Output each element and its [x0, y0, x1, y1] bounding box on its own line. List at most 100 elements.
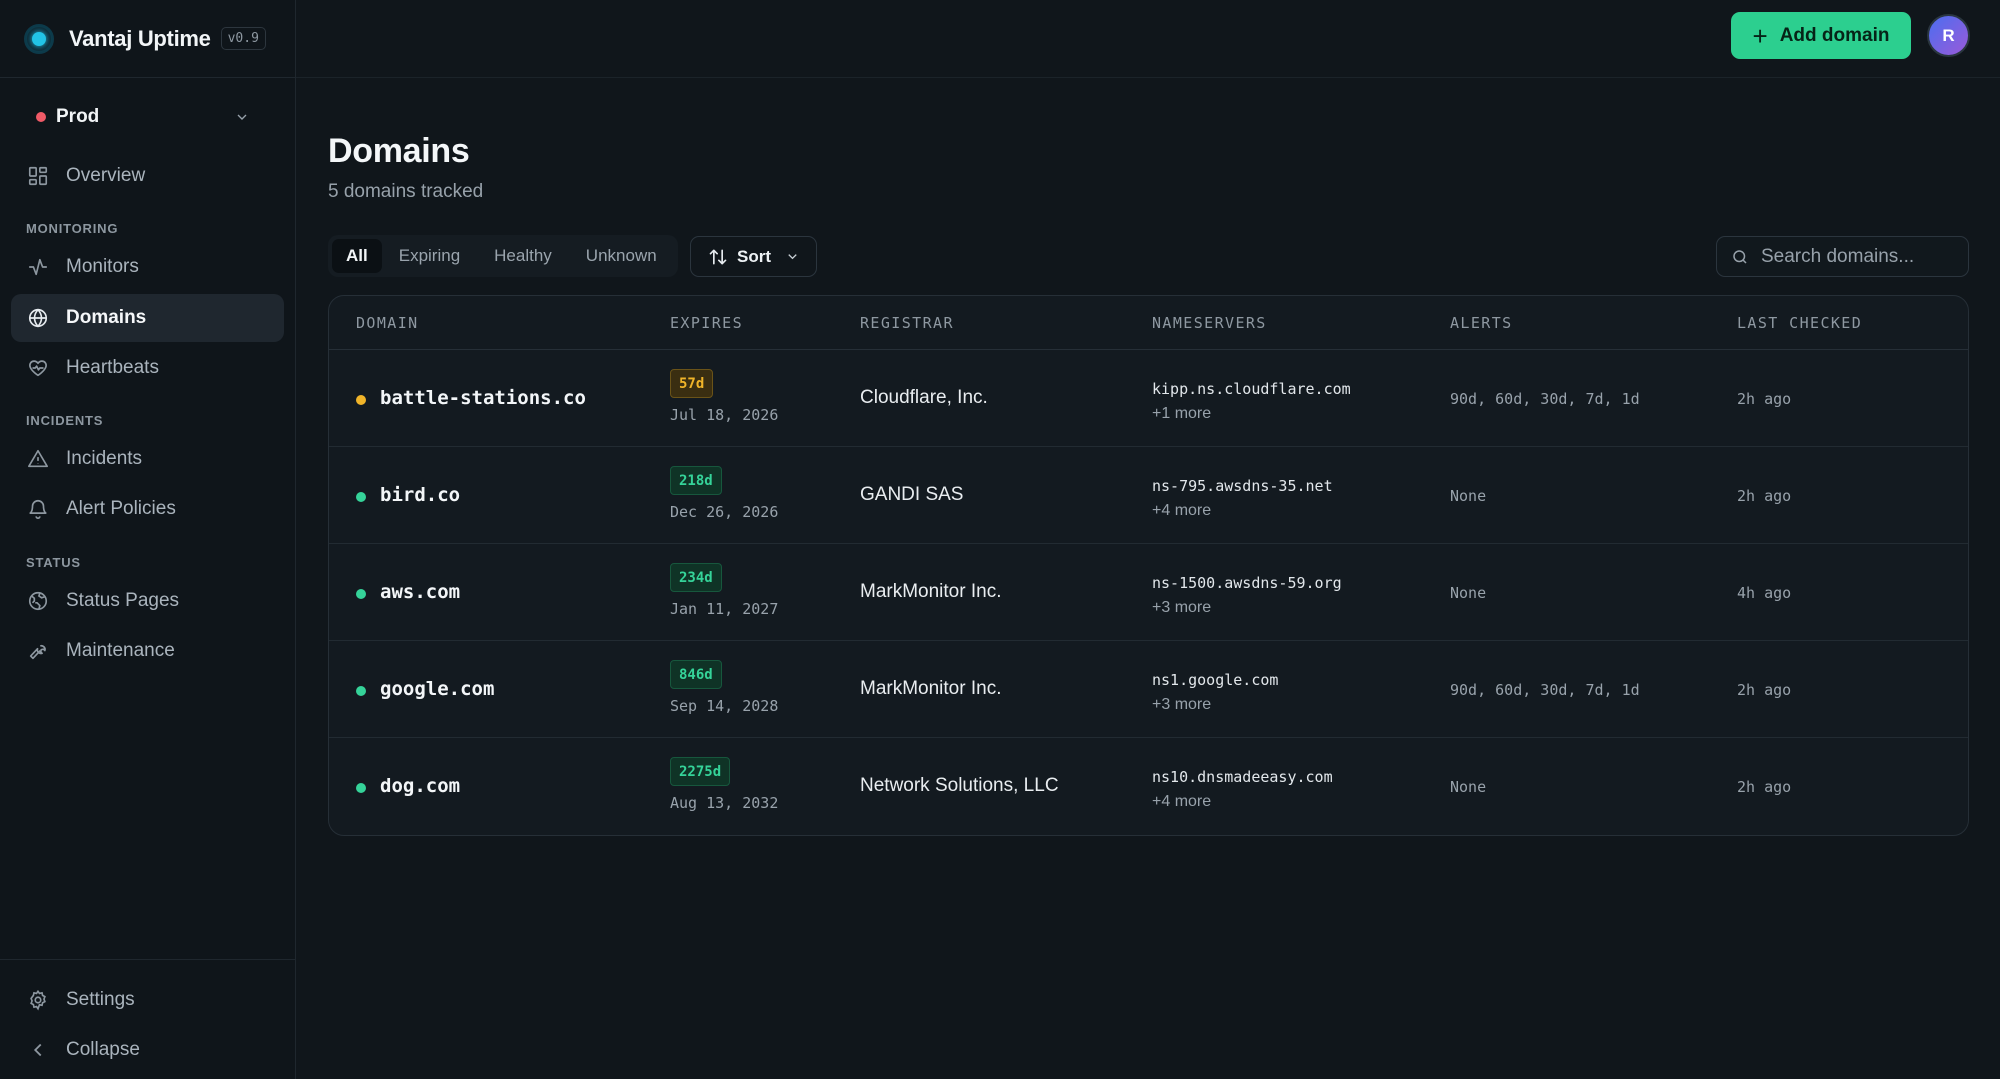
expiry-date: Aug 13, 2032 — [670, 794, 779, 812]
nameserver: ns-1500.awsdns-59.org — [1152, 574, 1342, 592]
column-header-registrar[interactable]: REGISTRAR — [860, 314, 954, 332]
column-header-nameservers[interactable]: NAMESERVERS — [1152, 314, 1267, 332]
column-header-alerts[interactable]: ALERTS — [1450, 314, 1513, 332]
sidebar-item-overview[interactable]: Overview — [11, 152, 284, 200]
sidebar-item-label: Domains — [66, 307, 147, 328]
table-row[interactable]: aws.com 234d Jan 11, 2027 MarkMonitor In… — [329, 544, 1968, 641]
sidebar-item-heartbeats[interactable]: Heartbeats — [11, 344, 284, 392]
status-dot-healthy — [356, 686, 366, 696]
expiry-date: Sep 14, 2028 — [670, 697, 779, 715]
nameservers-more[interactable]: +3 more — [1152, 599, 1211, 617]
environment-selector[interactable]: Prod — [20, 98, 266, 136]
sidebar-collapse-button[interactable]: Collapse — [11, 1026, 284, 1074]
alerts: None — [1450, 487, 1487, 505]
app-name: Vantaj Uptime — [69, 25, 211, 51]
sort-arrows-icon — [709, 249, 727, 264]
status-dot-healthy — [356, 492, 366, 502]
plus-icon: + — [1752, 20, 1768, 51]
expiry-date: Dec 26, 2026 — [670, 503, 779, 521]
section-label-incidents: INCIDENTS — [26, 413, 104, 428]
add-domain-label: Add domain — [1779, 24, 1890, 46]
registrar: Network Solutions, LLC — [860, 775, 1059, 796]
filter-tab-unknown[interactable]: Unknown — [569, 239, 674, 273]
table-row[interactable]: dog.com 2275d Aug 13, 2032 Network Solut… — [329, 738, 1968, 835]
domain-name[interactable]: battle-stations.co — [380, 387, 586, 409]
add-domain-button[interactable]: + Add domain — [1731, 12, 1911, 59]
sort-button[interactable]: Sort — [690, 236, 817, 277]
alerts: 90d, 60d, 30d, 7d, 1d — [1450, 390, 1640, 408]
sidebar-item-status-pages[interactable]: Status Pages — [11, 577, 284, 625]
nameservers-more[interactable]: +4 more — [1152, 502, 1211, 520]
activity-icon — [28, 258, 48, 276]
environment-name: Prod — [56, 106, 100, 127]
search-box — [1716, 236, 1969, 277]
sidebar-item-incidents[interactable]: Incidents — [11, 435, 284, 483]
gear-icon — [30, 989, 46, 1011]
nameserver: ns10.dnsmadeeasy.com — [1152, 768, 1333, 786]
table-row[interactable]: google.com 846d Sep 14, 2028 MarkMonitor… — [329, 641, 1968, 738]
nameservers-more[interactable]: +3 more — [1152, 696, 1211, 714]
last-checked: 2h ago — [1737, 681, 1792, 699]
days-left-badge: 2275d — [670, 757, 731, 786]
column-header-last-checked[interactable]: LAST CHECKED — [1737, 314, 1862, 332]
chevron-down-icon — [237, 114, 247, 120]
domain-name[interactable]: aws.com — [380, 581, 460, 603]
search-input[interactable] — [1761, 245, 1961, 268]
filter-tab-healthy[interactable]: Healthy — [477, 239, 569, 273]
page-subtitle: 5 domains tracked — [328, 181, 484, 202]
bell-icon — [29, 500, 47, 519]
registrar: MarkMonitor Inc. — [860, 678, 1002, 699]
alerts: 90d, 60d, 30d, 7d, 1d — [1450, 681, 1640, 699]
table-row[interactable]: battle-stations.co 57d Jul 18, 2026 Clou… — [329, 350, 1968, 447]
warning-triangle-icon — [28, 449, 48, 468]
sort-label: Sort — [737, 246, 771, 266]
sidebar-item-domains[interactable]: Domains — [11, 294, 284, 342]
domain-name[interactable]: dog.com — [380, 775, 460, 797]
status-globe-icon — [28, 591, 48, 611]
last-checked: 4h ago — [1737, 584, 1792, 602]
last-checked: 2h ago — [1737, 390, 1792, 408]
nameserver: kipp.ns.cloudflare.com — [1152, 380, 1351, 398]
column-header-expires[interactable]: EXPIRES — [670, 314, 743, 332]
chevron-left-icon — [33, 1043, 42, 1057]
page-title: Domains — [328, 132, 470, 170]
column-header-domain[interactable]: DOMAIN — [356, 314, 419, 332]
sidebar-item-label: Alert Policies — [66, 498, 176, 519]
sidebar-item-label: Overview — [66, 165, 146, 186]
last-checked: 2h ago — [1737, 487, 1792, 505]
chevron-down-icon — [788, 254, 797, 260]
sidebar-item-settings[interactable]: Settings — [11, 976, 284, 1024]
sidebar-item-label: Maintenance — [66, 640, 175, 661]
filter-tab-expiring[interactable]: Expiring — [382, 239, 477, 273]
table-header: DOMAIN EXPIRES REGISTRAR NAMESERVERS ALE… — [329, 296, 1968, 350]
nameserver: ns-795.awsdns-35.net — [1152, 477, 1333, 495]
registrar: GANDI SAS — [860, 484, 964, 505]
domain-name[interactable]: google.com — [380, 678, 494, 700]
grid-icon — [28, 166, 48, 186]
section-label-monitoring: MONITORING — [26, 221, 119, 236]
sidebar-item-maintenance[interactable]: Maintenance — [11, 627, 284, 675]
days-left-badge: 234d — [670, 563, 722, 592]
days-left-badge: 218d — [670, 466, 722, 495]
logo-icon — [24, 23, 54, 54]
heart-pulse-icon — [29, 360, 47, 377]
days-left-badge: 57d — [670, 369, 714, 398]
sidebar: Vantaj Uptime v0.9 Prod Overview MONITOR… — [0, 0, 296, 1079]
sidebar-item-monitors[interactable]: Monitors — [11, 243, 284, 291]
avatar[interactable]: R — [1927, 14, 1970, 57]
sidebar-item-alert-policies[interactable]: Alert Policies — [11, 485, 284, 533]
globe-icon — [28, 308, 48, 328]
sidebar-item-label: Incidents — [66, 448, 143, 469]
days-left-badge: 846d — [670, 660, 722, 689]
registrar: MarkMonitor Inc. — [860, 581, 1002, 602]
nameservers-more[interactable]: +1 more — [1152, 405, 1211, 423]
expiry-date: Jan 11, 2027 — [670, 600, 779, 618]
filter-tab-all[interactable]: All — [332, 239, 382, 273]
domain-name[interactable]: bird.co — [380, 484, 460, 506]
table-row[interactable]: bird.co 218d Dec 26, 2026 GANDI SAS ns-7… — [329, 447, 1968, 544]
domains-table: DOMAIN EXPIRES REGISTRAR NAMESERVERS ALE… — [328, 295, 1969, 836]
status-dot-warning — [356, 395, 366, 405]
status-dot-healthy — [356, 589, 366, 599]
filter-tabs: All Expiring Healthy Unknown — [328, 235, 678, 277]
nameservers-more[interactable]: +4 more — [1152, 793, 1211, 811]
